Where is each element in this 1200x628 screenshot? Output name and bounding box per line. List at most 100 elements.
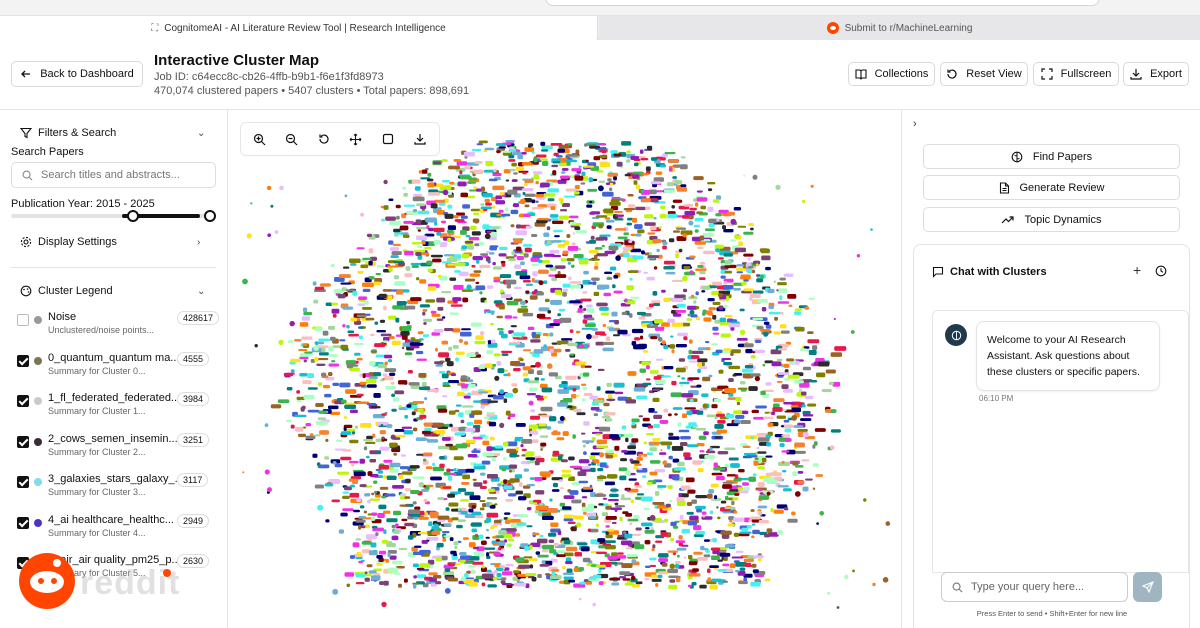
cluster-point — [638, 415, 643, 418]
chevron-right-icon[interactable]: › — [197, 237, 200, 248]
cluster-point — [586, 333, 592, 340]
cluster-point — [595, 237, 605, 241]
cluster-point — [743, 253, 754, 257]
chevron-down-icon[interactable]: ⌄ — [197, 286, 205, 297]
select-box-button[interactable] — [375, 127, 400, 151]
fullscreen-button[interactable]: Fullscreen — [1033, 62, 1119, 86]
chat-input-field[interactable] — [941, 572, 1128, 602]
cluster-point — [274, 230, 279, 234]
send-button[interactable] — [1133, 572, 1162, 602]
new-chat-icon[interactable]: + — [1133, 262, 1141, 278]
browser-tab-reddit[interactable]: Submit to r/MachineLearning — [599, 16, 1200, 40]
chevron-down-icon[interactable]: ⌄ — [197, 128, 205, 139]
cluster-point — [506, 528, 517, 532]
cluster-point — [453, 541, 459, 546]
cluster-point — [303, 394, 315, 400]
cluster-point — [481, 186, 485, 192]
cluster-point — [358, 326, 364, 329]
cluster-point — [715, 476, 725, 481]
cluster-point — [536, 313, 546, 319]
cluster-checkbox[interactable] — [17, 435, 29, 448]
zoom-in-button[interactable] — [247, 127, 272, 151]
cluster-legend-item[interactable]: 3_galaxies_stars_galaxy_... Summary for C… — [17, 473, 217, 501]
cluster-checkbox[interactable] — [17, 314, 29, 326]
cluster-point — [634, 224, 643, 229]
pan-button[interactable] — [343, 127, 368, 151]
cluster-map[interactable] — [228, 110, 901, 628]
cluster-point — [358, 335, 363, 340]
cluster-color-dot — [34, 397, 42, 405]
cluster-point — [754, 376, 761, 382]
right-panel: › Find Papers Generate Review Topic Dyna… — [901, 110, 1200, 628]
cluster-point — [448, 165, 460, 170]
cluster-checkbox[interactable] — [17, 516, 29, 529]
cluster-legend-item[interactable]: 0_quantum_quantum ma... Summary for Clust… — [17, 351, 217, 380]
cluster-point — [355, 573, 366, 578]
cluster-point — [797, 471, 804, 474]
cluster-checkbox[interactable] — [17, 476, 29, 488]
cluster-point — [382, 340, 389, 343]
cluster-point — [644, 214, 654, 219]
chat-messages[interactable]: Welcome to your AI Research Assistant. A… — [932, 310, 1189, 573]
export-button[interactable]: Export — [1123, 62, 1189, 86]
clock-icon[interactable] — [1155, 265, 1167, 277]
filters-section-header[interactable]: Filters & Search — [20, 127, 116, 139]
cluster-point — [442, 384, 451, 387]
cluster-legend-item[interactable]: 1_fl_federated_federated... Summary for C… — [17, 392, 217, 420]
cluster-legend-item[interactable]: Noise Unclustered/noise points... 428617 — [17, 311, 220, 339]
topic-dynamics-button[interactable]: Topic Dynamics — [923, 207, 1180, 232]
cluster-checkbox[interactable] — [17, 354, 29, 367]
year-slider-thumb-end[interactable] — [204, 210, 216, 222]
search-input[interactable] — [41, 169, 201, 181]
cluster-point — [553, 542, 559, 547]
cluster-point — [479, 331, 485, 336]
cluster-point — [737, 225, 747, 228]
cluster-point — [456, 391, 465, 397]
chevron-right-icon[interactable]: › — [913, 118, 917, 130]
cluster-point — [400, 331, 410, 336]
zoom-out-button[interactable] — [279, 127, 304, 151]
cluster-legend-item[interactable]: 4_ai healthcare_healthc... Summary for Cl… — [17, 513, 217, 542]
find-papers-button[interactable]: Find Papers — [923, 144, 1180, 169]
cluster-point — [581, 506, 594, 512]
back-to-dashboard-button[interactable]: Back to Dashboard — [11, 61, 143, 87]
cluster-point — [795, 326, 805, 332]
year-slider-thumb-start[interactable] — [127, 210, 139, 222]
cluster-point — [768, 311, 780, 315]
cluster-point — [651, 300, 661, 304]
cluster-point — [529, 351, 534, 355]
download-map-button[interactable] — [407, 127, 432, 151]
browser-tab-cognitome[interactable]: ⛶ CognitomeAI - AI Literature Review Too… — [0, 16, 598, 40]
cluster-point — [560, 175, 570, 179]
cluster-legend-header[interactable]: Cluster Legend — [20, 285, 113, 297]
cluster-point — [682, 413, 687, 418]
filter-icon — [20, 127, 32, 139]
cluster-point — [267, 487, 272, 493]
cluster-point — [356, 314, 367, 318]
address-bar[interactable] — [545, 0, 1100, 6]
cluster-point — [563, 495, 575, 499]
cluster-point — [668, 432, 674, 436]
cluster-legend-item[interactable]: 2_cows_semen_insemin... Summary for Clust… — [17, 432, 217, 461]
chat-query-input[interactable] — [971, 581, 1116, 593]
cluster-point — [328, 354, 338, 357]
cluster-point — [542, 333, 549, 336]
collections-button[interactable]: Collections — [848, 62, 935, 86]
cluster-name: 3_galaxies_stars_galaxy_... — [48, 473, 178, 485]
cluster-point — [513, 172, 518, 175]
cluster-point — [551, 571, 556, 576]
reset-view-button[interactable]: Reset View — [940, 62, 1028, 86]
cluster-checkbox[interactable] — [17, 395, 29, 407]
cluster-point — [559, 317, 572, 323]
cluster-point — [614, 218, 624, 221]
search-field[interactable] — [11, 162, 216, 188]
cluster-scatter-plot[interactable] — [228, 110, 901, 628]
cluster-point — [543, 280, 548, 284]
generate-review-button[interactable]: Generate Review — [923, 175, 1180, 200]
cluster-point — [689, 255, 696, 259]
cluster-point — [694, 229, 699, 233]
rotate-reset-button[interactable] — [311, 127, 336, 151]
cluster-point — [814, 428, 826, 432]
display-settings-header[interactable]: Display Settings — [20, 236, 117, 248]
cluster-point — [704, 455, 715, 459]
